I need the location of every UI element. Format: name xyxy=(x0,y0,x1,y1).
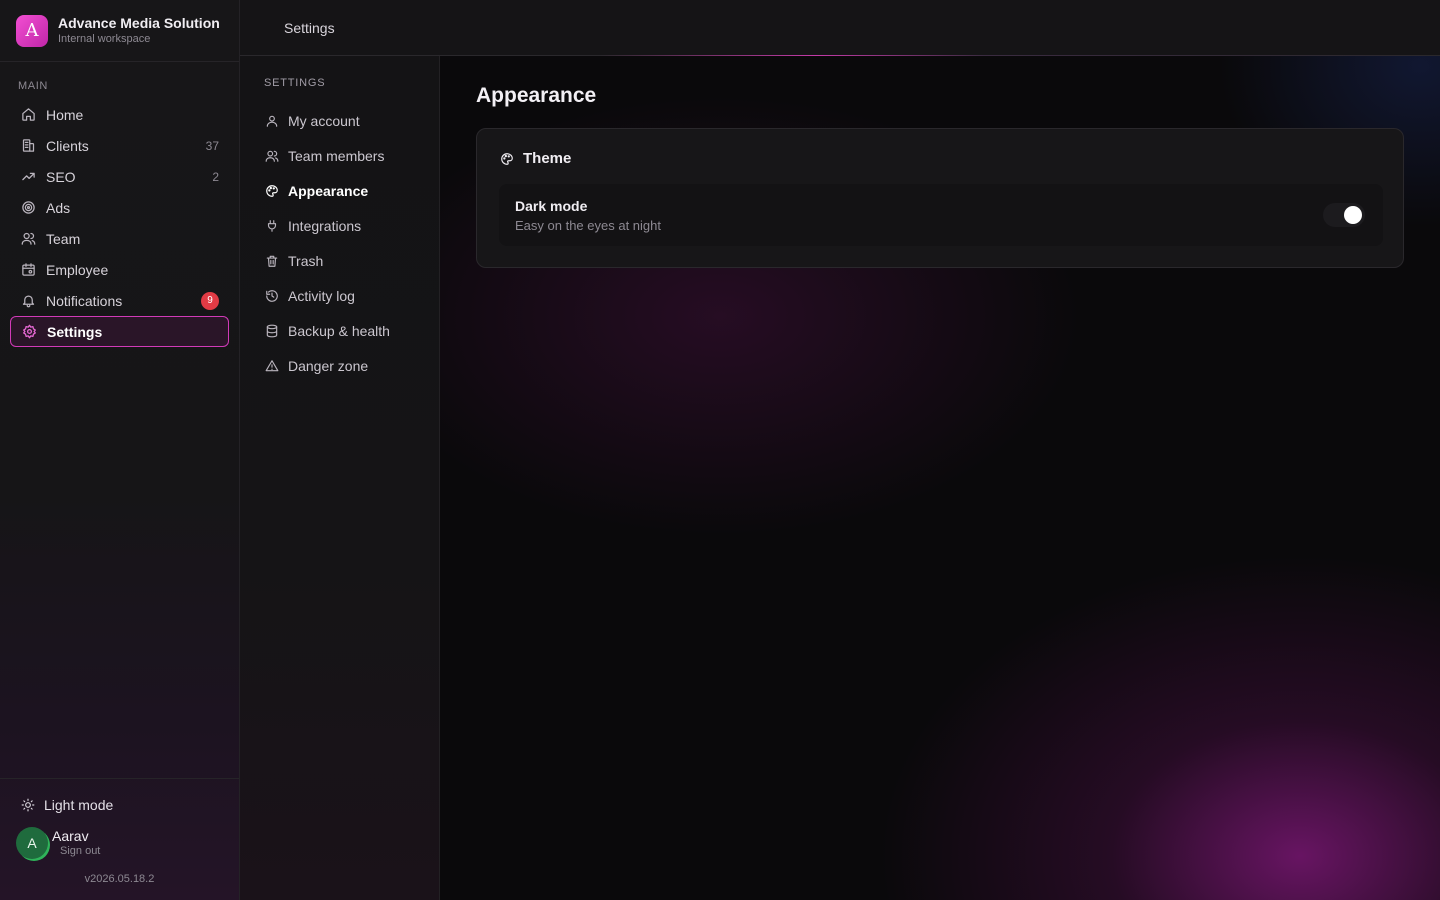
main-panel: Appearance Theme Dark mode Easy on the e… xyxy=(440,56,1440,900)
theme-card: Theme Dark mode Easy on the eyes at nigh… xyxy=(476,128,1404,268)
light-mode-toggle[interactable]: Light mode xyxy=(20,792,239,818)
brand-name: Advance Media Solution xyxy=(58,15,220,31)
sidebar-item-seo[interactable]: SEO 2 xyxy=(10,161,229,192)
sun-icon xyxy=(20,797,36,813)
sidebar-item-label: Settings xyxy=(47,323,103,340)
section-title: Appearance xyxy=(476,84,597,107)
warning-icon xyxy=(264,358,280,374)
user-text: Aarav Sign out xyxy=(52,828,100,858)
sidebar-item-notifications[interactable]: Notifications 9 xyxy=(10,285,229,316)
app-window: A Advance Media Solution Internal worksp… xyxy=(0,0,1440,900)
users-icon xyxy=(264,148,280,164)
settings-item-appearance[interactable]: Appearance xyxy=(240,173,439,208)
sidebar-item-settings[interactable]: Settings xyxy=(10,316,229,347)
sidebar-item-label: SEO xyxy=(46,168,76,185)
settings-item-label: Team members xyxy=(288,147,385,164)
sidebar-item-ads[interactable]: Ads xyxy=(10,192,229,223)
toggle-knob xyxy=(1344,206,1362,224)
settings-item-label: Backup & health xyxy=(288,322,390,339)
settings-item-label: Appearance xyxy=(288,182,369,199)
user-name: Aarav xyxy=(52,828,89,844)
trending-up-icon xyxy=(20,169,36,185)
clients-count: 37 xyxy=(205,138,219,153)
sidebar-item-label: Employee xyxy=(46,261,109,278)
avatar[interactable]: A xyxy=(16,827,48,859)
nav-section-label: MAIN xyxy=(18,80,48,92)
settings-layout: SETTINGS My account Team members Appeara… xyxy=(240,56,1440,900)
brand-text: Advance Media Solution Internal workspac… xyxy=(58,15,220,46)
settings-item-label: Activity log xyxy=(288,287,355,304)
sidebar-item-label: Notifications xyxy=(46,292,123,309)
dark-mode-row: Dark mode Easy on the eyes at night xyxy=(499,184,1383,246)
sidebar-item-label: Clients xyxy=(46,137,89,154)
calendar-user-icon xyxy=(20,262,36,278)
settings-item-trash[interactable]: Trash xyxy=(240,243,439,278)
dark-mode-toggle[interactable] xyxy=(1323,203,1365,227)
bell-icon xyxy=(20,293,36,309)
settings-item-label: My account xyxy=(288,112,360,129)
dark-mode-description: Easy on the eyes at night xyxy=(515,218,661,233)
plug-icon xyxy=(264,218,280,234)
app-version: v2026.05.18.2 xyxy=(84,873,155,885)
sign-out-link[interactable]: Sign out xyxy=(52,844,100,858)
sidebar-item-employee[interactable]: Employee xyxy=(10,254,229,285)
settings-item-activity-log[interactable]: Activity log xyxy=(240,278,439,313)
sidebar-item-label: Ads xyxy=(46,199,71,216)
sidebar-item-home[interactable]: Home xyxy=(10,99,229,130)
sidebar-item-team[interactable]: Team xyxy=(10,223,229,254)
brand-header[interactable]: A Advance Media Solution Internal worksp… xyxy=(0,0,239,62)
settings-item-backup-health[interactable]: Backup & health xyxy=(240,313,439,348)
user-icon xyxy=(264,113,280,129)
brand-subtitle: Internal workspace xyxy=(58,33,151,45)
light-mode-label: Light mode xyxy=(44,797,114,813)
user-profile: A Aarav Sign out xyxy=(16,827,239,859)
settings-item-team-members[interactable]: Team members xyxy=(240,138,439,173)
trash-icon xyxy=(264,253,280,269)
page-title: Settings xyxy=(284,20,335,36)
gear-icon xyxy=(21,324,37,340)
settings-item-integrations[interactable]: Integrations xyxy=(240,208,439,243)
settings-nav: SETTINGS My account Team members Appeara… xyxy=(240,56,440,900)
settings-item-danger-zone[interactable]: Danger zone xyxy=(240,348,439,383)
palette-icon xyxy=(499,151,515,167)
settings-item-label: Integrations xyxy=(288,217,362,234)
palette-icon xyxy=(264,183,280,199)
dark-mode-label: Dark mode xyxy=(515,198,588,214)
sidebar-footer: Light mode A Aarav Sign out v2026.05.18.… xyxy=(0,778,239,900)
notifications-badge: 9 xyxy=(201,291,219,310)
brand-logo: A xyxy=(16,14,48,47)
main-nav: Home Clients 37 SEO 2 Ads Team Employee … xyxy=(0,99,239,347)
theme-card-title: Theme xyxy=(523,150,572,167)
target-icon xyxy=(20,200,36,216)
settings-item-label: Danger zone xyxy=(288,357,369,374)
sidebar-item-clients[interactable]: Clients 37 xyxy=(10,130,229,161)
theme-card-header: Theme xyxy=(499,150,571,167)
settings-item-label: Trash xyxy=(288,252,324,269)
sidebar-item-label: Home xyxy=(46,106,84,123)
sidebar: A Advance Media Solution Internal worksp… xyxy=(0,0,240,900)
content-area: Settings SETTINGS My account Team member… xyxy=(240,0,1440,900)
settings-item-my-account[interactable]: My account xyxy=(240,103,439,138)
topbar: Settings xyxy=(240,0,1440,56)
database-icon xyxy=(264,323,280,339)
users-icon xyxy=(20,231,36,247)
building-icon xyxy=(20,138,36,154)
home-icon xyxy=(20,107,36,123)
sidebar-item-label: Team xyxy=(46,230,81,247)
seo-count: 2 xyxy=(212,169,219,184)
history-icon xyxy=(264,288,280,304)
settings-nav-title: SETTINGS xyxy=(264,77,326,89)
